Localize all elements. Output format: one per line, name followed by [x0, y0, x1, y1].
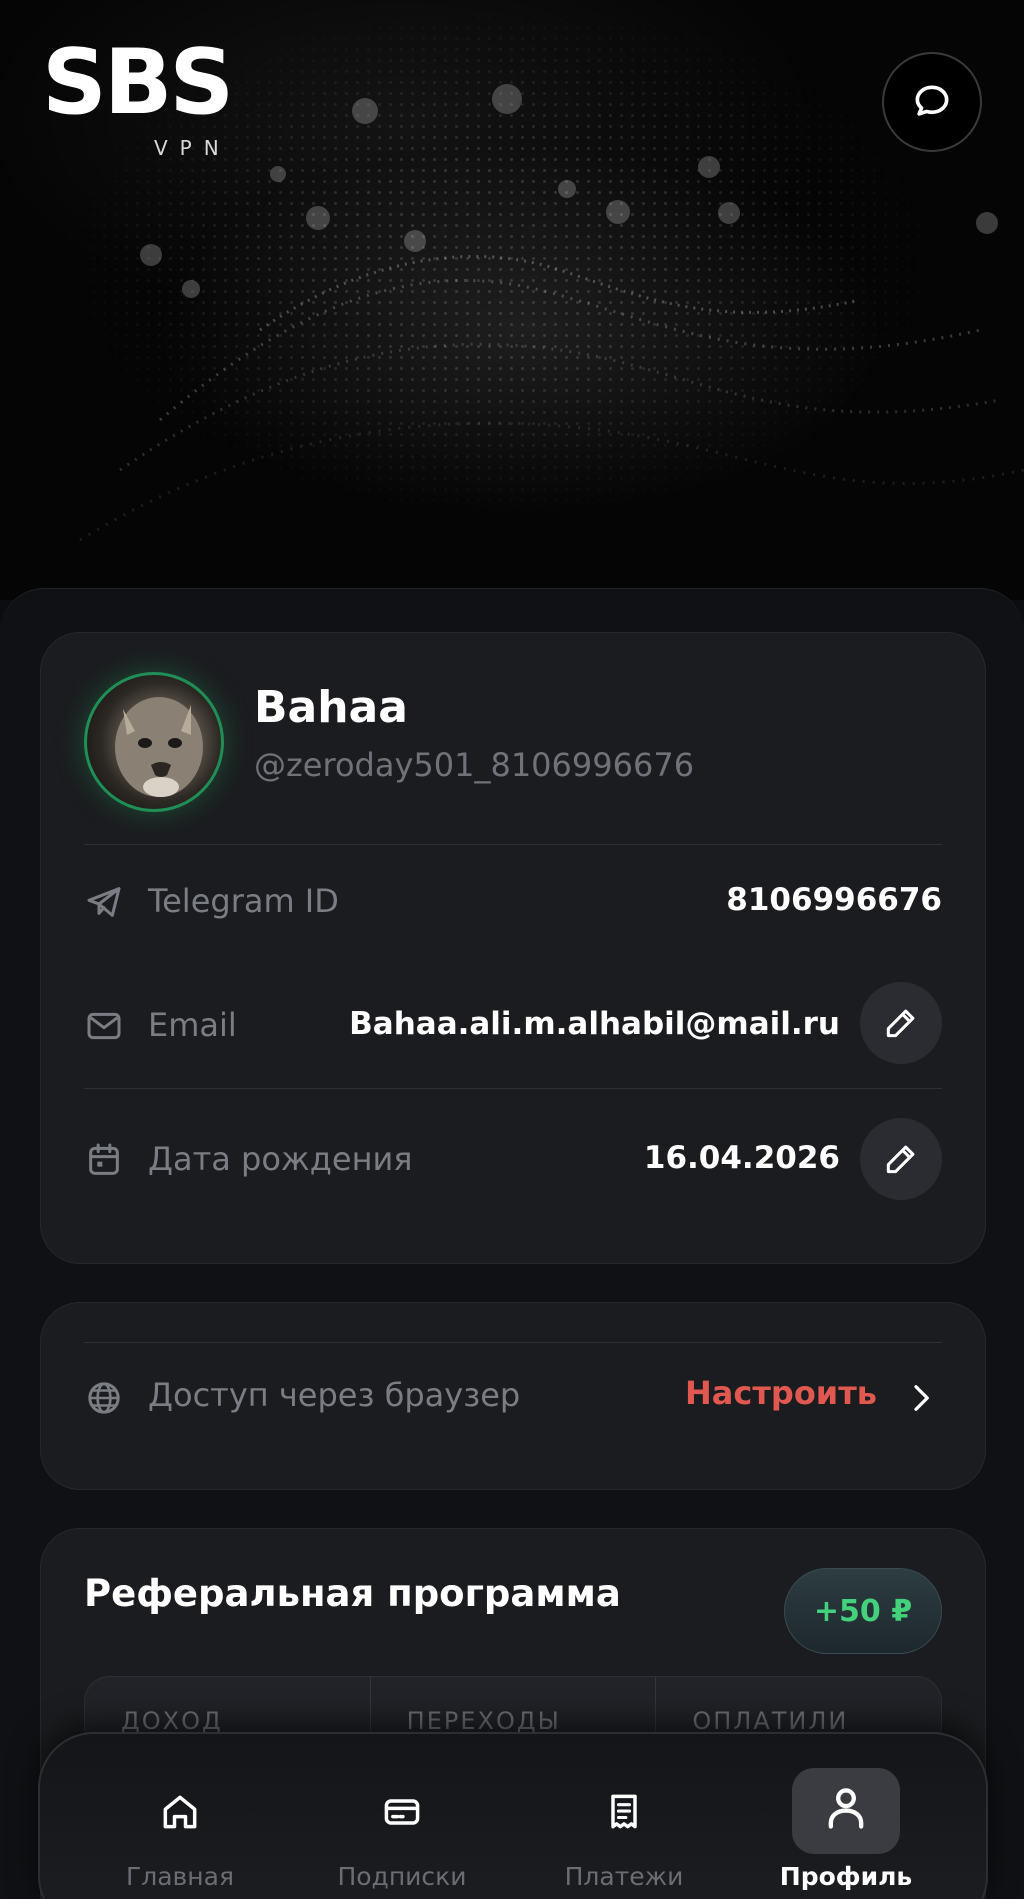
referral-bonus-badge[interactable]: +50 ₽ [784, 1568, 942, 1654]
divider [84, 1342, 942, 1343]
divider [84, 1088, 942, 1089]
telegram-id-label: Telegram ID [148, 882, 339, 920]
card-icon [384, 1799, 420, 1825]
stat-label: ПЕРЕХОДЫ [406, 1707, 561, 1735]
avatar-image [115, 697, 203, 797]
bottom-nav: Главная Подписки Платежи Профиль [38, 1732, 988, 1899]
telegram-id-value: 8106996676 [726, 882, 942, 918]
nav-item-payments[interactable]: Платежи [524, 1734, 724, 1899]
birthdate-value: 16.04.2026 [643, 1140, 840, 1176]
nav-label: Главная [126, 1862, 234, 1891]
receipt-icon [611, 1794, 637, 1829]
home-icon [163, 1795, 197, 1829]
nav-label: Профиль [779, 1862, 913, 1891]
avatar[interactable] [84, 672, 224, 812]
edit-email-button[interactable] [860, 982, 942, 1064]
birthdate-label: Дата рождения [148, 1140, 413, 1178]
stat-label: ДОХОД [121, 1707, 223, 1735]
stat-label: ОПЛАТИЛИ [692, 1707, 849, 1735]
logo-subtitle: VPN [154, 136, 231, 160]
browser-access-label: Доступ через браузер [148, 1376, 521, 1414]
nav-item-profile[interactable]: Профиль [746, 1734, 946, 1899]
telegram-icon [87, 887, 121, 917]
user-icon [828, 1788, 864, 1829]
nav-item-home[interactable]: Главная [80, 1734, 280, 1899]
nav-label: Подписки [337, 1862, 467, 1891]
mail-icon [87, 1012, 121, 1040]
chat-bubble-icon [915, 85, 949, 116]
brand-logo: SBS VPN [42, 30, 234, 161]
email-label: Email [148, 1006, 237, 1044]
logo-text: SBS [42, 30, 234, 135]
calendar-icon [89, 1143, 119, 1175]
pencil-icon [886, 1145, 915, 1174]
hero-banner: SBS VPN [0, 0, 1024, 600]
pencil-icon [886, 1009, 915, 1038]
user-handle: @zeroday501_8106996676 [254, 746, 695, 784]
email-value: Bahaa.ali.m.alhabil@mail.ru [349, 1006, 840, 1042]
app-screen: SBS VPN Bahaa @zeroday501_8106996676 Tel… [0, 0, 1024, 1899]
divider [84, 844, 942, 845]
setup-link[interactable]: Настроить [685, 1374, 877, 1412]
chevron-right-icon [914, 1385, 929, 1411]
nav-label: Платежи [564, 1862, 684, 1891]
user-name: Bahaa [254, 682, 408, 733]
edit-birthdate-button[interactable] [860, 1118, 942, 1200]
referral-title: Реферальная программа [84, 1572, 621, 1615]
chat-button[interactable] [882, 52, 982, 152]
globe-icon [88, 1382, 120, 1414]
nav-item-subscriptions[interactable]: Подписки [302, 1734, 502, 1899]
